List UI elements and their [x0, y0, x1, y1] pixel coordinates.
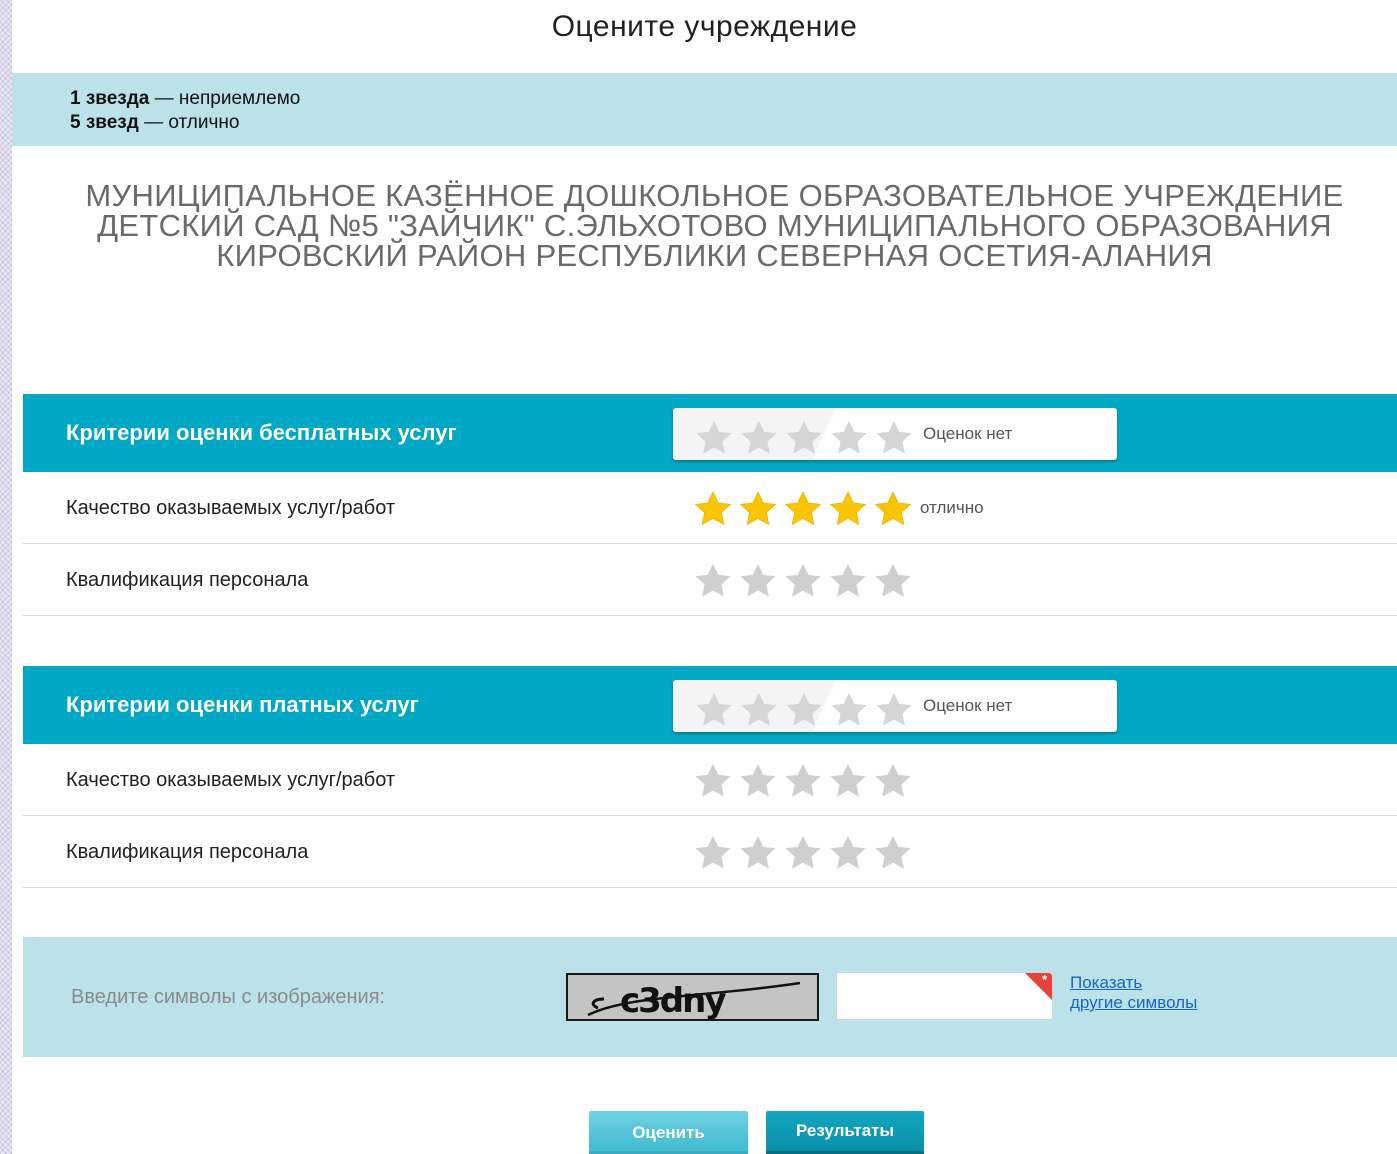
section-title: Критерии оценки бесплатных услуг	[66, 420, 457, 445]
star-icon	[736, 418, 782, 456]
required-asterisk: *	[1042, 972, 1048, 987]
captcha-graphic: c3dny	[587, 981, 801, 1019]
summary-stars	[691, 690, 916, 728]
captcha-label: Введите символы с изображения:	[71, 986, 386, 1008]
legend-line-1: 1 звезда — неприемлемо	[70, 88, 301, 109]
captcha-image: c3dny	[566, 973, 819, 1021]
star-icon[interactable]	[690, 561, 736, 599]
rating-legend: 1 звезда — неприемлемо 5 звезд — отлично	[12, 73, 1397, 146]
criterion-row: Качество оказываемых услуг/работ	[23, 744, 1397, 816]
star-icon[interactable]	[780, 761, 826, 799]
refresh-captcha-link[interactable]: Показать другие символы	[1070, 973, 1197, 1013]
star-icon[interactable]	[825, 761, 871, 799]
rate-button[interactable]: Оценить	[589, 1111, 748, 1154]
star-icon[interactable]	[780, 833, 826, 871]
captcha-text: c3dny	[620, 981, 726, 1019]
section-header: Критерии оценки платных услуг Оценок нет	[23, 666, 1397, 744]
refresh-link-line-1[interactable]: Показать	[1070, 973, 1197, 993]
criterion-label: Квалификация персонала	[66, 569, 309, 591]
star-icon[interactable]	[825, 833, 871, 871]
rating-stars[interactable]	[690, 833, 915, 871]
criterion-label: Квалификация персонала	[66, 841, 309, 863]
legend-line-2: 5 звезд — отлично	[70, 112, 240, 133]
star-icon[interactable]	[825, 489, 871, 527]
criterion-row: Квалификация персонала	[23, 544, 1397, 616]
rating-note: отлично	[920, 498, 984, 517]
star-icon[interactable]	[870, 761, 916, 799]
summary-note: Оценок нет	[923, 424, 1013, 443]
results-button[interactable]: Результаты	[766, 1111, 924, 1154]
star-icon[interactable]	[870, 833, 916, 871]
star-icon[interactable]	[690, 833, 736, 871]
star-icon[interactable]	[735, 761, 781, 799]
rating-stars[interactable]	[690, 761, 915, 799]
star-icon	[781, 690, 827, 728]
star-icon[interactable]	[870, 489, 916, 527]
star-icon[interactable]	[690, 489, 736, 527]
section-free-services: Критерии оценки бесплатных услуг Оценок …	[23, 394, 1397, 616]
organization-name: МУНИЦИПАЛЬНОЕ КАЗЁННОЕ ДОШКОЛЬНОЕ ОБРАЗО…	[85, 178, 1344, 273]
star-icon	[736, 690, 782, 728]
captcha-input[interactable]	[836, 972, 1053, 1020]
star-icon	[781, 418, 827, 456]
rating-stars[interactable]	[690, 489, 915, 527]
star-icon[interactable]	[870, 561, 916, 599]
criterion-label: Качество оказываемых услуг/работ	[66, 769, 396, 791]
summary-rating-box: Оценок нет	[673, 680, 1117, 732]
section-header: Критерии оценки бесплатных услуг Оценок …	[23, 394, 1397, 472]
criterion-label: Качество оказываемых услуг/работ	[66, 497, 396, 519]
summary-stars	[691, 418, 916, 456]
star-icon	[691, 418, 737, 456]
star-icon[interactable]	[825, 561, 871, 599]
star-icon[interactable]	[735, 833, 781, 871]
star-icon	[826, 418, 872, 456]
rating-panel: Оцените учреждение 1 звезда — неприемлем…	[12, 0, 1397, 1154]
summary-note: Оценок нет	[923, 696, 1013, 715]
refresh-link-line-2[interactable]: другие символы	[1070, 993, 1197, 1013]
required-marker	[1025, 973, 1052, 1000]
page-title: Оцените учреждение	[551, 10, 858, 43]
star-icon	[691, 690, 737, 728]
criterion-row: Квалификация персонала	[23, 816, 1397, 888]
summary-rating-box: Оценок нет	[673, 408, 1117, 460]
star-icon[interactable]	[690, 761, 736, 799]
criterion-row: Качество оказываемых услуг/работ отлично	[23, 472, 1397, 544]
section-title: Критерии оценки платных услуг	[66, 692, 419, 717]
star-icon	[871, 690, 917, 728]
star-icon[interactable]	[735, 561, 781, 599]
rating-stars[interactable]	[690, 561, 915, 599]
captcha-section: Введите символы с изображения: c3dny * П…	[23, 937, 1397, 1057]
star-icon	[871, 418, 917, 456]
star-icon[interactable]	[780, 489, 826, 527]
star-icon[interactable]	[735, 489, 781, 527]
section-paid-services: Критерии оценки платных услуг Оценок нет…	[23, 666, 1397, 888]
star-icon[interactable]	[780, 561, 826, 599]
star-icon	[826, 690, 872, 728]
